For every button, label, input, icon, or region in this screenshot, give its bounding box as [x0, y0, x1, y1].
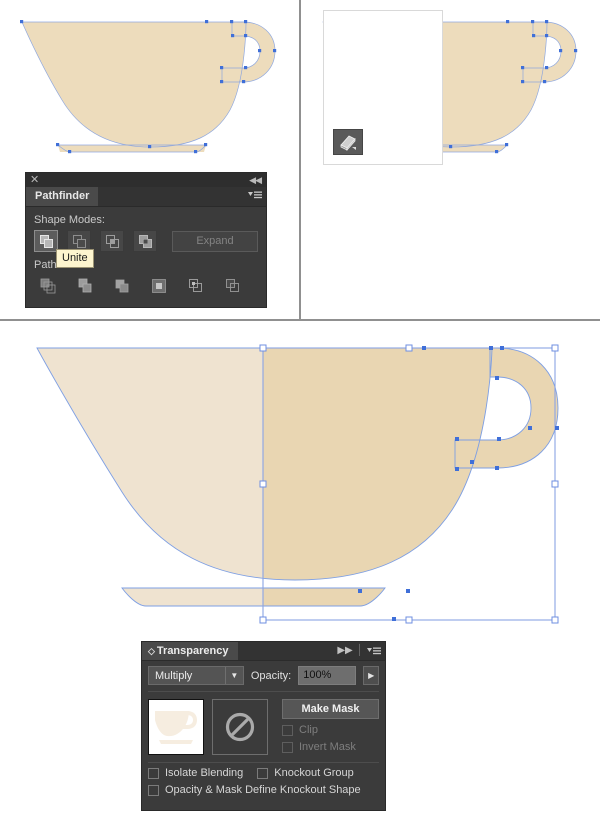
opacity-input[interactable]: 100%: [298, 666, 356, 685]
pathfinder-trim-button[interactable]: [74, 275, 96, 297]
blending-options: Isolate Blending Knockout Group Opacity …: [142, 763, 385, 796]
pathfinder-tabrow: Pathfinder: [26, 187, 266, 207]
handle-middle-left[interactable]: [260, 481, 266, 487]
isolate-blending-checkbox[interactable]: [148, 768, 159, 779]
transparency-titlebar-icons: ▶▶ │: [337, 644, 381, 658]
divide-icon: [40, 278, 57, 295]
intersect-icon: [105, 234, 120, 249]
close-icon[interactable]: ✕: [30, 173, 39, 187]
transparency-titlebar: ◇Transparency ▶▶ │: [142, 642, 385, 661]
minus-back-icon: [225, 278, 242, 295]
pathfinder-minus-back-button[interactable]: [222, 275, 244, 297]
invert-mask-label: Invert Mask: [299, 741, 356, 753]
unite-tooltip: Unite: [56, 249, 94, 268]
shape-mode-unite-button[interactable]: [34, 230, 58, 252]
no-mask-icon: [223, 710, 257, 744]
opacity-stepper-button[interactable]: ▶: [363, 666, 379, 685]
clip-label: Clip: [299, 724, 318, 736]
knockout-group-label: Knockout Group: [274, 767, 354, 779]
pathfinder-titlebar: ✕ ◀◀: [26, 173, 266, 187]
panel-grip-icon: ◇: [148, 646, 155, 656]
isolate-blending-row[interactable]: Isolate Blending: [148, 767, 243, 779]
cup-body-shape: [22, 22, 246, 147]
divider-icon: │: [357, 644, 363, 658]
chevron-down-icon[interactable]: ▼: [225, 667, 243, 684]
shape-modes-label: Shape Modes:: [34, 214, 258, 226]
opacity-mask-knockout-row[interactable]: Opacity & Mask Define Knockout Shape: [148, 784, 379, 796]
unite-icon: [39, 234, 54, 249]
opacity-mask-knockout-checkbox[interactable]: [148, 785, 159, 796]
exclude-icon: [138, 234, 153, 249]
handle-bottom-right[interactable]: [552, 617, 558, 623]
panel-menu-glyph: [367, 646, 381, 657]
merge-icon: [114, 278, 131, 295]
pathfinder-outline-button[interactable]: [185, 275, 207, 297]
clip-checkbox[interactable]: [282, 725, 293, 736]
mask-controls: Make Mask Clip Invert Mask: [282, 699, 379, 755]
mask-row: Make Mask Clip Invert Mask: [142, 692, 385, 761]
handle-bottom-center[interactable]: [406, 617, 412, 623]
panel-menu-icon[interactable]: [248, 190, 262, 202]
knockout-group-row[interactable]: Knockout Group: [257, 767, 354, 779]
knockout-group-checkbox[interactable]: [257, 768, 268, 779]
tab-transparency-label: Transparency: [157, 645, 229, 657]
pathfinder-panel: ✕ ◀◀ Pathfinder Shape Modes:: [25, 172, 267, 308]
collapse-panel-icon[interactable]: ▶▶: [337, 644, 352, 658]
crop-icon: [151, 278, 168, 295]
thumbnail-group: [148, 699, 268, 755]
minus-front-icon: [72, 234, 87, 249]
invert-mask-checkbox-row[interactable]: Invert Mask: [282, 741, 379, 753]
clip-checkbox-row[interactable]: Clip: [282, 724, 379, 736]
tab-transparency[interactable]: ◇Transparency: [142, 642, 238, 660]
pathfinder-divide-button[interactable]: [37, 275, 59, 297]
handle-top-right[interactable]: [552, 345, 558, 351]
eraser-glyph: [338, 134, 358, 151]
handle-middle-right[interactable]: [552, 481, 558, 487]
shape-mode-exclude-button[interactable]: [133, 230, 157, 252]
artwork-thumbnail-glyph: [149, 700, 203, 754]
handle-top-left[interactable]: [260, 345, 266, 351]
transparency-panel: ◇Transparency ▶▶ │ Multiply ▼ Opacity: 1…: [141, 641, 386, 811]
panel-menu-icon[interactable]: [367, 646, 381, 657]
trim-icon: [77, 278, 94, 295]
expand-button[interactable]: Expand: [172, 231, 258, 252]
opacity-label: Opacity:: [251, 670, 291, 682]
make-mask-button[interactable]: Make Mask: [282, 699, 379, 719]
opacity-mask-knockout-label: Opacity & Mask Define Knockout Shape: [165, 784, 361, 796]
pathfinder-merge-button[interactable]: [111, 275, 133, 297]
collapse-panel-icon[interactable]: ◀◀: [249, 173, 261, 187]
mask-thumbnail[interactable]: [212, 699, 268, 755]
eraser-icon[interactable]: [333, 129, 363, 155]
panel-divider-vertical: [299, 0, 301, 321]
panel-menu-glyph: [248, 190, 262, 201]
pathfinder-crop-button[interactable]: [148, 275, 170, 297]
blend-mode-select[interactable]: Multiply ▼: [148, 666, 244, 685]
handle-bottom-left[interactable]: [260, 617, 266, 623]
blend-mode-value: Multiply: [149, 670, 192, 682]
pathfinders-row: [34, 275, 258, 297]
blend-opacity-row: Multiply ▼ Opacity: 100% ▶: [142, 661, 385, 690]
invert-mask-checkbox[interactable]: [282, 742, 293, 753]
isolate-blending-label: Isolate Blending: [165, 767, 243, 779]
blending-options-row: Isolate Blending Knockout Group: [148, 767, 379, 784]
shape-mode-intersect-button[interactable]: [100, 230, 124, 252]
handle-top-center[interactable]: [406, 345, 412, 351]
artwork-thumbnail[interactable]: [148, 699, 204, 755]
outline-icon: [188, 278, 205, 295]
tab-pathfinder[interactable]: Pathfinder: [26, 187, 98, 206]
